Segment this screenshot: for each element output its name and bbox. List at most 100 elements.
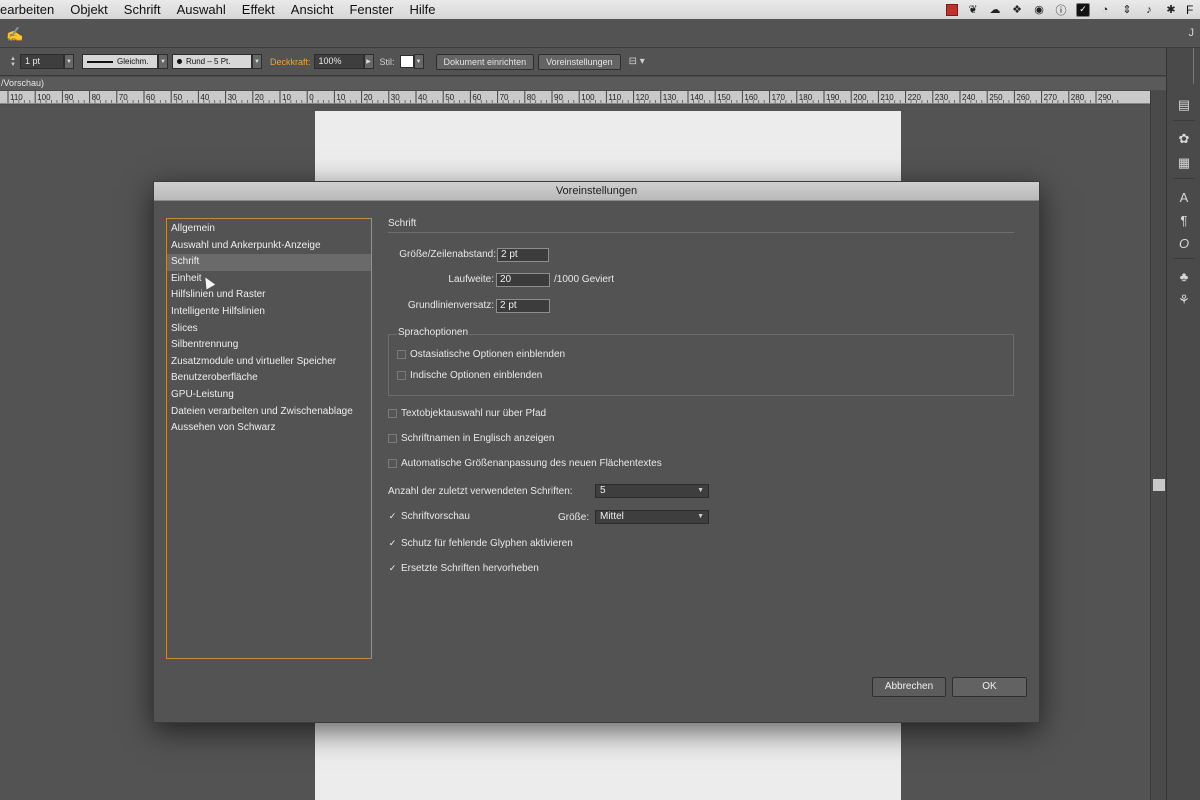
arrows-icon[interactable]: ⇕ [1120, 3, 1134, 17]
preferences-button[interactable]: Voreinstellungen [538, 53, 621, 70]
font-preview-checkbox[interactable]: ✓ [388, 512, 397, 521]
ruler-label: 230 [935, 93, 949, 102]
opacity-field[interactable]: 100% [313, 54, 364, 69]
recent-fonts-select[interactable]: 5 ▼ [595, 484, 709, 498]
category-schrift[interactable]: Schrift [167, 254, 371, 271]
stroke-profile-dropdown[interactable]: Gleichm. [82, 54, 158, 69]
cloud-icon[interactable]: ☁ [988, 3, 1002, 17]
record-icon[interactable] [946, 3, 958, 16]
category-auswahl[interactable]: Auswahl und Ankerpunkt-Anzeige [167, 238, 371, 255]
swatches-grid-icon[interactable]: ▦ [1175, 154, 1193, 172]
east-asian-option[interactable]: Ostasiatische Optionen einblenden [397, 349, 565, 360]
glyph-protection-checkbox[interactable]: ✓ [388, 539, 397, 548]
evernote-icon[interactable]: ❦ [966, 3, 980, 17]
workspace-label[interactable]: J [1189, 27, 1195, 39]
east-asian-checkbox[interactable] [397, 350, 406, 359]
font-preview-option[interactable]: ✓ Schriftvorschau [388, 511, 470, 522]
baseline-field[interactable]: 2 pt [496, 299, 550, 313]
category-zusatzmodule[interactable]: Zusatzmodule und virtueller Speicher [167, 354, 371, 371]
ruler-label: 90 [554, 93, 563, 102]
symbols-club-icon[interactable]: ♣ [1175, 267, 1193, 285]
brushes-icon[interactable]: ⚘ [1175, 291, 1193, 309]
category-slices[interactable]: Slices [167, 321, 371, 338]
ok-button[interactable]: OK [952, 677, 1027, 697]
brush-dropdown[interactable]: Rund – 5 Pt. [172, 54, 252, 69]
document-tab[interactable]: /Vorschau) [0, 77, 1166, 90]
menu-ansicht[interactable]: Ansicht [283, 0, 342, 19]
opentype-icon[interactable]: O [1175, 234, 1193, 252]
menu-effekt[interactable]: Effekt [234, 0, 283, 19]
menu-schrift[interactable]: Schrift [116, 0, 169, 19]
brush-arrow[interactable]: ▼ [252, 54, 262, 69]
category-benutzeroberflaeche[interactable]: Benutzeroberfläche [167, 370, 371, 387]
time-machine-icon[interactable]: ◔ [1098, 3, 1112, 17]
stroke-profile-arrow[interactable]: ▼ [158, 54, 168, 69]
category-hilfslinien[interactable]: Hilfslinien und Raster [167, 287, 371, 304]
chevron-down-icon: ▼ [697, 487, 704, 494]
volume-icon[interactable]: ♪ [1142, 3, 1156, 17]
glyph-protection-option[interactable]: ✓ Schutz für fehlende Glyphen aktivieren [388, 538, 573, 549]
tracking-field[interactable]: 20 [496, 273, 550, 287]
ruler-label: 180 [799, 93, 813, 102]
preview-size-select[interactable]: Mittel ▼ [595, 510, 709, 524]
stroke-weight-dropdown[interactable]: ▼ [64, 54, 74, 69]
english-names-checkbox[interactable] [388, 434, 397, 443]
horizontal-ruler: 110 100 90 80 70 60 50 40 30 20 10 0 10 20 30 40 50 60 70 8… [0, 91, 1166, 104]
ruler-label: 240 [962, 93, 976, 102]
size-leading-field[interactable]: 2 pt [497, 248, 549, 262]
highlight-substituted-checkbox[interactable]: ✓ [388, 564, 397, 573]
category-gpu[interactable]: GPU-Leistung [167, 387, 371, 404]
eye-icon[interactable]: ◉ [1032, 3, 1046, 17]
libraries-icon[interactable]: ▤ [1175, 96, 1193, 114]
brush-label: Rund – 5 Pt. [186, 57, 231, 66]
indic-checkbox[interactable] [397, 371, 406, 380]
character-icon[interactable]: A [1175, 188, 1193, 206]
category-dateien[interactable]: Dateien verarbeiten und Zwischenablage [167, 404, 371, 421]
dialog-title[interactable]: Voreinstellungen [154, 182, 1039, 201]
category-intelligente-hilfslinien[interactable]: Intelligente Hilfslinien [167, 304, 371, 321]
path-select-checkbox[interactable] [388, 409, 397, 418]
menu-fenster[interactable]: Fenster [341, 0, 401, 19]
menu-bearbeiten[interactable]: earbeiten [0, 0, 62, 19]
bluetooth-icon[interactable]: ✱ [1164, 3, 1178, 17]
menu-objekt[interactable]: Objekt [62, 0, 116, 19]
cancel-button[interactable]: Abbrechen [872, 677, 946, 697]
ruler-label: 100 [37, 93, 51, 102]
menu-hilfe[interactable]: Hilfe [402, 0, 444, 19]
category-schwarz[interactable]: Aussehen von Schwarz [167, 420, 371, 437]
paragraph-icon[interactable]: ¶ [1175, 211, 1193, 229]
panel-dock: ▤ ✿ ▦ A ¶ O ♣ ⚘ [1166, 48, 1200, 800]
dropbox-icon[interactable]: ❖ [1010, 3, 1024, 17]
style-swatch[interactable] [399, 55, 414, 68]
brush-icon[interactable]: ✍ [6, 26, 23, 43]
scrollbar-thumb[interactable] [1153, 479, 1165, 491]
category-silbentrennung[interactable]: Silbentrennung [167, 337, 371, 354]
style-arrow[interactable]: ▼ [413, 54, 424, 69]
ruler-label: 200 [853, 93, 867, 102]
info-icon[interactable]: ⓘ [1054, 3, 1068, 17]
document-setup-button[interactable]: Dokument einrichten [435, 53, 535, 70]
english-names-option[interactable]: Schriftnamen in Englisch anzeigen [388, 433, 554, 444]
opacity-arrow[interactable]: ▶ [363, 54, 374, 69]
vertical-scrollbar[interactable] [1150, 91, 1166, 800]
ruler-label: 80 [527, 93, 536, 102]
indic-option[interactable]: Indische Optionen einblenden [397, 370, 542, 381]
auto-size-checkbox[interactable] [388, 459, 397, 468]
arrange-documents-icon[interactable]: ⊟ ▾ [629, 56, 645, 67]
category-allgemein[interactable]: Allgemein [167, 221, 371, 238]
stroke-weight-field[interactable]: 1 pt [20, 54, 64, 69]
ruler-label: 80 [92, 93, 101, 102]
ruler-label: 210 [880, 93, 894, 102]
opacity-label[interactable]: Deckkraft: [270, 57, 311, 67]
preview-size-value: Mittel [600, 511, 624, 522]
panel-grip[interactable] [1193, 48, 1194, 84]
path-select-option[interactable]: Textobjektauswahl nur über Pfad [388, 408, 546, 419]
category-einheit[interactable]: Einheit [167, 271, 371, 288]
auto-size-option[interactable]: Automatische Größenanpassung des neuen F… [388, 458, 662, 469]
highlight-substituted-option[interactable]: ✓ Ersetzte Schriften hervorheben [388, 563, 539, 574]
checkbox-app-icon[interactable]: ✓ [1076, 2, 1090, 17]
ruler-label: 110 [10, 93, 23, 102]
color-palette-icon[interactable]: ✿ [1175, 130, 1193, 148]
stroke-weight-stepper[interactable]: ▲ ▼ [8, 55, 18, 69]
menu-auswahl[interactable]: Auswahl [169, 0, 234, 19]
